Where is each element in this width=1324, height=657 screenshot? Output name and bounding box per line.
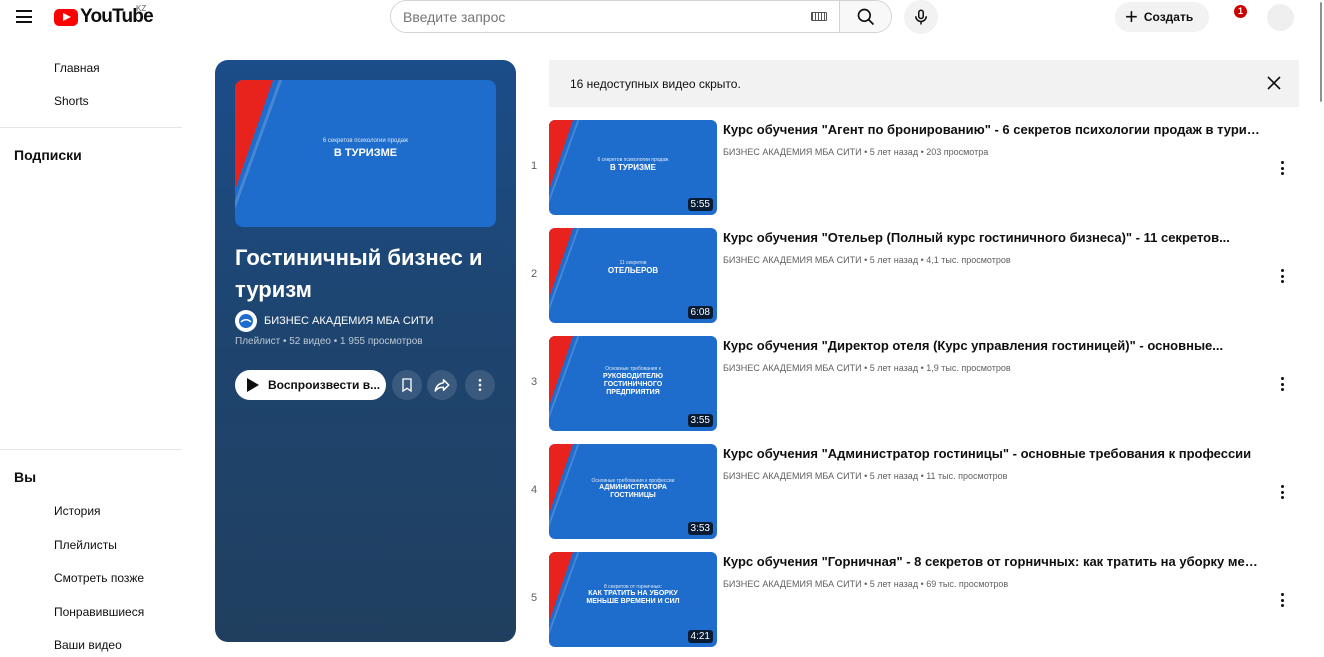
more-options-button[interactable] [465,370,495,400]
play-all-button[interactable]: Воспроизвести в... [235,370,386,400]
video-thumbnail[interactable]: Основные требования к профессии АДМИНИСТ… [549,444,717,539]
account-avatar[interactable] [1267,4,1294,31]
search-box [390,0,892,33]
thumbnail-headline: РУКОВОДИТЕЛЮ ГОСТИНИЧНОГО ПРЕДПРИЯТИЯ [603,373,663,396]
create-label: Создать [1143,10,1194,24]
sidebar-item-watch-later[interactable]: Смотреть позже [54,571,144,585]
video-thumbnail[interactable]: 6 секретов психологии продаж В ТУРИЗМЕ 5… [549,120,717,215]
sidebar-heading-subscriptions[interactable]: Подписки [14,147,82,163]
video-title[interactable]: Курс обучения "Отельер (Полный курс гост… [723,230,1263,245]
create-button[interactable]: + Создать [1115,2,1209,32]
video-duration: 5:55 [687,198,713,211]
sidebar-item-history[interactable]: История [54,504,101,518]
video-thumbnail[interactable]: 8 секретов от горничных: КАК ТРАТИТЬ НА … [549,552,717,647]
video-title[interactable]: Курс обучения "Директор отеля (Курс упра… [723,338,1263,353]
plus-icon: + [1125,4,1138,29]
banner-text: 16 недоступных видео скрыто. [570,76,741,91]
video-meta: БИЗНЕС АКАДЕМИЯ МБА СИТИ • 5 лет назад •… [723,363,1011,373]
scrollbar-thumb[interactable] [1320,2,1322,102]
playlist-title: Гостиничный бизнес и туризм [235,245,483,302]
search-input[interactable] [391,1,799,32]
voice-search-button[interactable] [904,0,938,34]
playlist-meta: Плейлист • 52 видео • 1 955 просмотров [235,336,423,347]
share-icon [434,379,450,392]
more-vert-icon[interactable] [1272,374,1292,394]
page-scrollbar[interactable] [1318,0,1324,657]
microphone-icon [915,9,927,25]
play-all-label: Воспроизвести в... [268,378,381,392]
playlist-channel[interactable]: БИЗНЕС АКАДЕМИЯ МБА СИТИ [235,310,433,332]
video-meta: БИЗНЕС АКАДЕМИЯ МБА СИТИ • 5 лет назад •… [723,147,989,157]
thumbnail-headline: КАК ТРАТИТЬ НА УБОРКУ МЕНЬШЕ ВРЕМЕНИ И С… [586,590,680,605]
sidebar-item-liked[interactable]: Понравившиеся [54,605,144,619]
search-button[interactable] [839,1,891,32]
bookmark-icon [402,378,412,393]
play-icon [247,378,259,392]
channel-name: БИЗНЕС АКАДЕМИЯ МБА СИТИ [264,315,434,327]
video-row[interactable]: 4 Основные требования к профессии АДМИНИ… [520,444,1300,540]
top-bar: YouTube KZ + Создать 1 [0,0,1324,34]
playlist-thumbnail[interactable]: 6 секретов психологии продаж В ТУРИЗМЕ [235,80,496,227]
video-index: 5 [530,592,538,604]
video-index: 4 [530,484,538,496]
video-row[interactable]: 3 Основные требования к РУКОВОДИТЕЛЮ ГОС… [520,336,1300,432]
menu-icon[interactable] [16,10,32,23]
sidebar-item-playlists[interactable]: Плейлисты [54,538,117,552]
more-vert-icon[interactable] [1272,590,1292,610]
share-button[interactable] [427,370,457,400]
video-index: 3 [530,376,538,388]
thumbnail-headline: ОТЕЛЬЕРОВ [607,266,659,275]
thumbnail-caption: Основные требования к [605,366,661,372]
video-title[interactable]: Курс обучения "Горничная" - 8 секретов о… [723,554,1263,569]
keyboard-icon[interactable] [799,1,839,32]
sidebar-divider [0,449,182,450]
channel-avatar [235,310,257,332]
close-icon[interactable] [1267,76,1281,90]
more-vert-icon[interactable] [1272,482,1292,502]
video-title[interactable]: Курс обучения "Администратор гостиницы" … [723,446,1263,461]
video-duration: 3:53 [687,522,713,535]
video-index: 2 [530,268,538,280]
region-code: KZ [136,4,147,13]
video-duration: 3:55 [687,414,713,427]
video-meta: БИЗНЕС АКАДЕМИЯ МБА СИТИ • 5 лет назад •… [723,579,1009,589]
playlist-header-card: 6 секретов психологии продаж В ТУРИЗМЕ Г… [215,60,516,642]
thumbnail-caption: 6 секретов психологии продаж [322,138,409,144]
video-title[interactable]: Курс обучения "Агент по бронированию" - … [723,122,1263,137]
thumbnail-headline: АДМИНИСТРАТОРА ГОСТИНИЦЫ [599,484,667,499]
notification-badge[interactable]: 1 [1234,5,1247,18]
video-meta: БИЗНЕС АКАДЕМИЯ МБА СИТИ • 5 лет назад •… [723,471,1008,481]
more-vert-icon [478,379,482,391]
search-icon [857,8,874,25]
video-duration: 4:21 [687,630,713,643]
hidden-videos-banner: 16 недоступных видео скрыто. [549,60,1299,107]
save-playlist-button[interactable] [392,370,422,400]
more-vert-icon[interactable] [1272,158,1292,178]
sidebar-divider [0,127,182,128]
video-meta: БИЗНЕС АКАДЕМИЯ МБА СИТИ • 5 лет назад •… [723,255,1011,265]
sidebar-heading-you[interactable]: Вы [14,469,36,485]
thumbnail-headline: В ТУРИЗМЕ [333,147,398,159]
video-thumbnail[interactable]: Основные требования к РУКОВОДИТЕЛЮ ГОСТИ… [549,336,717,431]
sidebar-item-shorts[interactable]: Shorts [54,94,89,108]
video-thumbnail[interactable]: 11 секретов ОТЕЛЬЕРОВ 6:08 [549,228,717,323]
video-row[interactable]: 2 11 секретов ОТЕЛЬЕРОВ 6:08 Курс обучен… [520,228,1300,324]
video-row[interactable]: 5 8 секретов от горничных: КАК ТРАТИТЬ Н… [520,552,1300,648]
sidebar: Главная Shorts Подписки Вы История Плейл… [0,34,200,657]
sidebar-item-your-videos[interactable]: Ваши видео [54,638,122,652]
video-index: 1 [530,160,538,172]
sidebar-item-home[interactable]: Главная [54,61,100,75]
video-duration: 6:08 [687,306,713,319]
more-vert-icon[interactable] [1272,266,1292,286]
thumbnail-headline: В ТУРИЗМЕ [610,163,656,172]
youtube-play-icon [54,8,78,26]
video-row[interactable]: 1 6 секретов психологии продаж В ТУРИЗМЕ… [520,120,1300,216]
